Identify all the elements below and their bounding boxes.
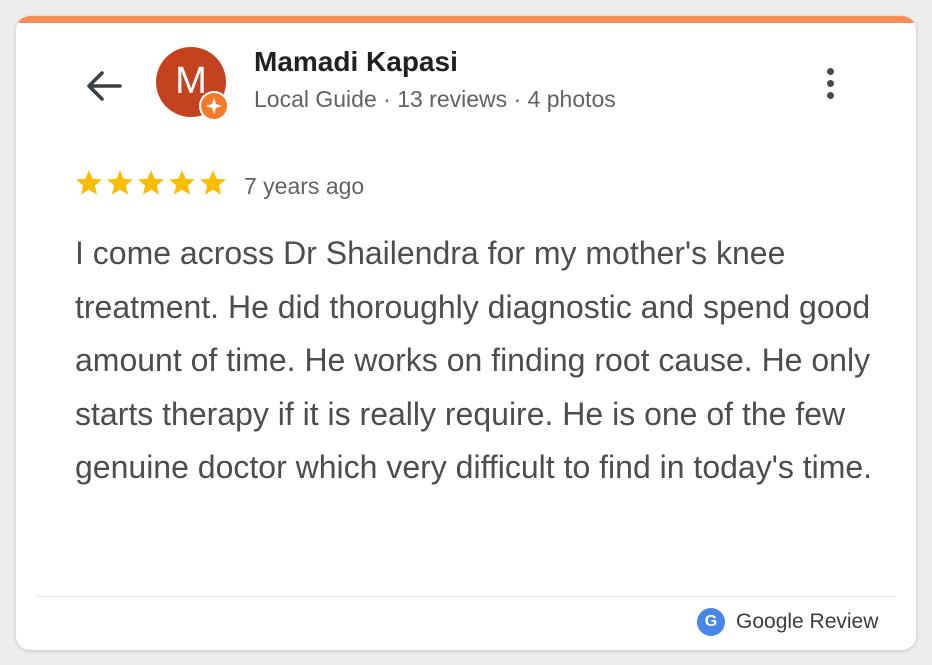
accent-bar	[16, 16, 916, 23]
review-text: I come across Dr Shailendra for my mothe…	[75, 235, 873, 485]
google-review-badge: G Google Review	[697, 608, 878, 636]
star-icon	[169, 170, 195, 195]
more-vert-icon	[826, 67, 834, 75]
more-options-button[interactable]	[810, 61, 850, 105]
reviewer-meta: Local Guide · 13 reviews · 4 photos	[254, 86, 616, 112]
google-review-label: Google Review	[736, 610, 879, 633]
reviewer-name[interactable]: Mamadi Kapasi	[254, 46, 458, 78]
google-icon: G	[697, 608, 725, 636]
arrow-left-icon	[87, 71, 122, 101]
review-age: 7 years ago	[244, 173, 365, 199]
local-guide-badge-icon	[199, 91, 229, 121]
star-rating	[74, 168, 229, 198]
star-icon	[138, 170, 164, 195]
star-icon	[76, 170, 102, 195]
back-button[interactable]	[82, 64, 126, 108]
star-icon	[200, 170, 226, 195]
review-card: M Mamadi Kapasi Local Guide · 13 reviews…	[16, 16, 916, 650]
divider	[36, 596, 896, 597]
star-icon	[107, 170, 133, 195]
